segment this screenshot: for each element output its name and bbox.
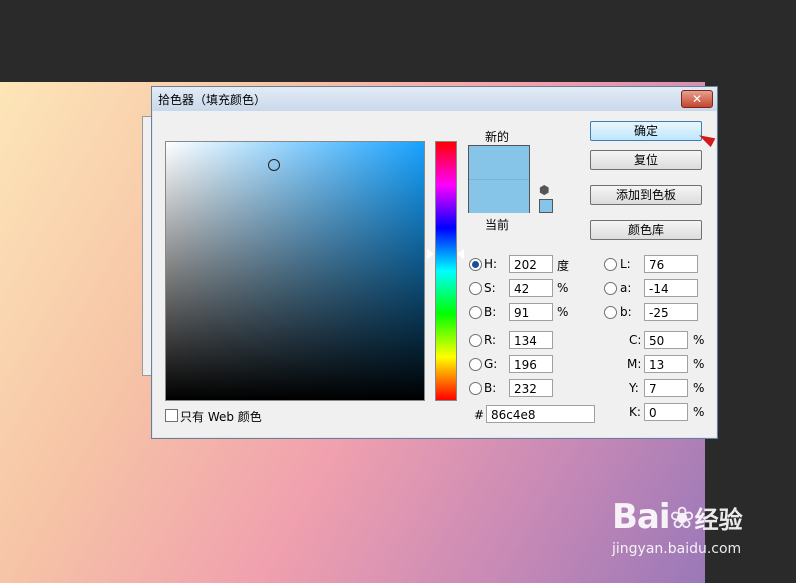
y-unit: % (693, 381, 705, 395)
k-input[interactable]: 0 (644, 403, 688, 421)
m-input[interactable]: 13 (644, 355, 688, 373)
b-label: B: (484, 305, 497, 319)
y-input[interactable]: 7 (644, 379, 688, 397)
r-label: R: (484, 333, 497, 347)
watermark-logo: Bai (612, 497, 671, 537)
s-label: S: (484, 281, 496, 295)
l-input[interactable]: 76 (644, 255, 698, 273)
l-radio[interactable] (604, 258, 617, 271)
m-unit: % (693, 357, 705, 371)
lab-b-radio[interactable] (604, 306, 617, 319)
b-radio[interactable] (469, 306, 482, 319)
hue-slider-handle-right[interactable] (457, 249, 464, 260)
a-radio[interactable] (604, 282, 617, 295)
s-unit: % (557, 281, 569, 295)
h-unit: 度 (557, 259, 570, 273)
h-input[interactable]: 202 (509, 255, 553, 273)
hue-slider-handle-left[interactable] (427, 249, 434, 260)
baidu-jingyan-watermark: Bai❀经验 jingyan.baidu.com (612, 497, 743, 557)
watermark-url: jingyan.baidu.com (612, 541, 742, 557)
blue-input[interactable]: 232 (509, 379, 553, 397)
y-label: Y: (629, 381, 639, 395)
c-unit: % (693, 333, 705, 347)
color-cursor[interactable] (268, 159, 281, 172)
g-label: G: (484, 357, 498, 371)
web-only-checkbox[interactable] (165, 409, 178, 422)
h-label: H: (484, 257, 498, 271)
blue-label: B: (484, 381, 497, 395)
blue-radio[interactable] (469, 382, 482, 395)
paw-icon: ❀ (669, 501, 695, 536)
r-radio[interactable] (469, 334, 482, 347)
b-input[interactable]: 91 (509, 303, 553, 321)
reset-button[interactable]: 复位 (590, 150, 702, 170)
a-input[interactable]: -14 (644, 279, 698, 297)
hex-input[interactable]: 86c4e8 (486, 405, 595, 423)
lab-b-label: b: (620, 305, 632, 319)
lab-b-input[interactable]: -25 (644, 303, 698, 321)
add-to-swatches-button[interactable]: 添加到色板 (590, 185, 702, 205)
current-color-label: 当前 (485, 218, 510, 232)
color-libraries-button[interactable]: 颜色库 (590, 220, 702, 240)
g-radio[interactable] (469, 358, 482, 371)
b-unit: % (557, 305, 569, 319)
dialog-titlebar[interactable]: 拾色器（填充颜色） ✕ (152, 87, 717, 111)
k-unit: % (693, 405, 705, 419)
saturation-brightness-field[interactable] (165, 141, 425, 401)
m-label: M: (627, 357, 642, 371)
color-picker-dialog: 拾色器（填充颜色） ✕ 新的 当前 ⬢ 确定 复位 添加到色板 颜色库 H: 2… (151, 86, 718, 439)
color-preview-swatch (468, 145, 530, 213)
cube-icon[interactable]: ⬢ (539, 183, 549, 197)
close-icon: ✕ (691, 92, 703, 106)
watermark-logo-cn: 经验 (694, 506, 743, 534)
web-safe-swatch[interactable] (539, 199, 553, 213)
current-color-swatch[interactable] (469, 179, 529, 213)
web-only-label: 只有 Web 颜色 (180, 410, 262, 424)
l-label: L: (620, 257, 631, 271)
k-label: K: (629, 405, 641, 419)
s-radio[interactable] (469, 282, 482, 295)
a-label: a: (620, 281, 632, 295)
dialog-title: 拾色器（填充颜色） (158, 93, 267, 107)
h-radio[interactable] (469, 258, 482, 271)
s-input[interactable]: 42 (509, 279, 553, 297)
g-input[interactable]: 196 (509, 355, 553, 373)
r-input[interactable]: 134 (509, 331, 553, 349)
hex-label: # (474, 408, 485, 422)
c-label: C: (629, 333, 642, 347)
hue-slider[interactable] (435, 141, 457, 401)
c-input[interactable]: 50 (644, 331, 688, 349)
new-color-label: 新的 (485, 130, 510, 144)
close-button[interactable]: ✕ (681, 90, 713, 108)
ok-button[interactable]: 确定 (590, 121, 702, 141)
new-color-swatch (469, 146, 529, 179)
